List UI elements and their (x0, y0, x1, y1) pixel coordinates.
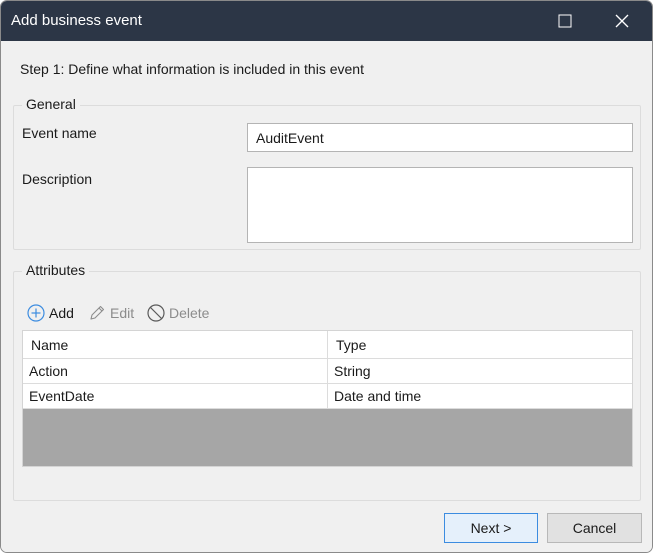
maximize-button[interactable] (542, 1, 588, 41)
column-header-type[interactable]: Type (328, 331, 632, 358)
event-name-input[interactable] (247, 123, 633, 152)
table-row[interactable]: EventDate Date and time (23, 384, 632, 409)
title-bar: Add business event (1, 1, 652, 41)
edit-label: Edit (110, 305, 135, 321)
delete-label: Delete (169, 305, 210, 321)
grid-header-row: Name Type (23, 331, 632, 359)
column-header-name[interactable]: Name (23, 331, 328, 358)
pencil-icon (90, 305, 105, 320)
add-attribute-button[interactable]: Add (27, 303, 74, 323)
plus-circle-icon (27, 304, 45, 322)
maximize-icon (558, 14, 572, 28)
attributes-legend: Attributes (22, 262, 90, 278)
event-name-label: Event name (22, 125, 97, 141)
window-title: Add business event (11, 12, 142, 29)
dialog-content: Step 1: Define what information is inclu… (1, 41, 652, 552)
add-label: Add (49, 305, 74, 321)
general-legend: General (22, 96, 80, 112)
cell-name: Action (23, 359, 328, 383)
cell-name: EventDate (23, 384, 328, 408)
cell-type: Date and time (334, 388, 422, 404)
description-label: Description (22, 171, 93, 187)
delete-attribute-button[interactable]: Delete (147, 303, 209, 323)
cell-type: String (334, 363, 371, 379)
dialog-window: Add business event Step 1: Define what i… (0, 0, 653, 553)
cancel-button[interactable]: Cancel (547, 513, 642, 543)
step-heading: Step 1: Define what information is inclu… (20, 61, 364, 77)
close-button[interactable] (599, 1, 645, 41)
next-button[interactable]: Next > (444, 513, 538, 543)
attributes-grid: Name Type Action String EventDate Date a… (22, 330, 633, 467)
table-row[interactable]: Action String (23, 359, 632, 384)
prohibited-icon (147, 304, 165, 322)
edit-attribute-button[interactable]: Edit (88, 303, 134, 323)
close-icon (615, 14, 629, 28)
description-input[interactable] (247, 167, 633, 243)
